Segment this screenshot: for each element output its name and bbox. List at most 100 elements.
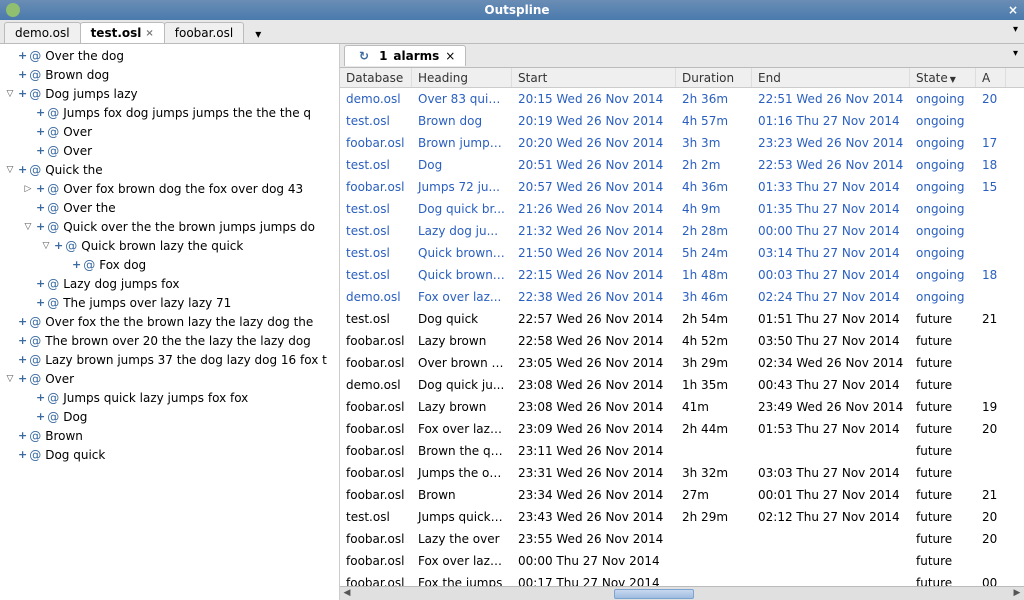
table-row[interactable]: test.oslBrown dog20:19 Wed 26 Nov 20144h… bbox=[340, 110, 1024, 132]
table-row[interactable]: foobar.oslLazy the over23:55 Wed 26 Nov … bbox=[340, 528, 1024, 550]
tree-item[interactable]: +@The brown over 20 the the lazy the laz… bbox=[0, 331, 339, 350]
tree-item[interactable]: +@Brown bbox=[0, 426, 339, 445]
table-row[interactable]: demo.oslFox over laz...22:38 Wed 26 Nov … bbox=[340, 286, 1024, 308]
horizontal-scrollbar[interactable]: ◀ ▶ bbox=[340, 586, 1024, 600]
tree-item[interactable]: ▽+@Dog jumps lazy bbox=[0, 84, 339, 103]
at-icon: @ bbox=[47, 410, 59, 424]
sort-indicator-icon: ▼ bbox=[950, 75, 956, 84]
col-state[interactable]: State▼ bbox=[910, 68, 976, 87]
cell: 02:34 Wed 26 Nov 2014 bbox=[752, 353, 910, 373]
tree-item[interactable]: +@Dog quick bbox=[0, 445, 339, 464]
file-tab[interactable]: demo.osl bbox=[4, 22, 81, 43]
table-row[interactable]: foobar.oslJumps the ov...23:31 Wed 26 No… bbox=[340, 462, 1024, 484]
cell: future bbox=[910, 573, 976, 586]
cell bbox=[976, 382, 1006, 388]
tree-item[interactable]: +@The jumps over lazy lazy 71 bbox=[0, 293, 339, 312]
expander-icon[interactable]: ▽ bbox=[40, 241, 52, 251]
tab-overflow-icon[interactable]: ▾ bbox=[251, 25, 265, 43]
expander-icon[interactable]: ▽ bbox=[4, 165, 16, 175]
tree-item[interactable]: +@Jumps fox dog jumps jumps the the the … bbox=[0, 103, 339, 122]
alarms-menu-icon[interactable]: ▾ bbox=[1013, 48, 1018, 59]
close-tab-icon[interactable]: × bbox=[145, 28, 153, 39]
scroll-left-icon[interactable]: ◀ bbox=[341, 588, 353, 600]
tree-item[interactable]: +@Jumps quick lazy jumps fox fox bbox=[0, 388, 339, 407]
table-row[interactable]: demo.oslDog quick ju...23:08 Wed 26 Nov … bbox=[340, 374, 1024, 396]
table-row[interactable]: test.oslLazy dog ju...21:32 Wed 26 Nov 2… bbox=[340, 220, 1024, 242]
tree-item[interactable]: ▷+@Over fox brown dog the fox over dog 4… bbox=[0, 179, 339, 198]
col-database[interactable]: Database bbox=[340, 68, 412, 87]
alarms-table[interactable]: Database Heading Start Duration End Stat… bbox=[340, 68, 1024, 586]
col-start[interactable]: Start bbox=[512, 68, 676, 87]
tree-label: Lazy dog jumps fox bbox=[63, 277, 179, 291]
cell: future bbox=[910, 529, 976, 549]
table-row[interactable]: foobar.oslLazy brown23:08 Wed 26 Nov 201… bbox=[340, 396, 1024, 418]
col-heading[interactable]: Heading bbox=[412, 68, 512, 87]
table-row[interactable]: foobar.oslJumps 72 ju...20:57 Wed 26 Nov… bbox=[340, 176, 1024, 198]
tree-item[interactable]: +@Over bbox=[0, 122, 339, 141]
table-row[interactable]: test.oslDog quick br...21:26 Wed 26 Nov … bbox=[340, 198, 1024, 220]
table-row[interactable]: foobar.oslFox over lazy...00:00 Thu 27 N… bbox=[340, 550, 1024, 572]
cell: 23:49 Wed 26 Nov 2014 bbox=[752, 397, 910, 417]
cell: 3h 29m bbox=[676, 353, 752, 373]
cell: 20:51 Wed 26 Nov 2014 bbox=[512, 155, 676, 175]
scroll-right-icon[interactable]: ▶ bbox=[1011, 588, 1023, 600]
table-row[interactable]: foobar.oslFox over lazy...23:09 Wed 26 N… bbox=[340, 418, 1024, 440]
table-row[interactable]: test.oslQuick brown l...22:15 Wed 26 Nov… bbox=[340, 264, 1024, 286]
cell: Brown bbox=[412, 485, 512, 505]
table-row[interactable]: foobar.oslOver brown b...23:05 Wed 26 No… bbox=[340, 352, 1024, 374]
cell: demo.osl bbox=[340, 89, 412, 109]
close-alarms-icon[interactable]: × bbox=[445, 49, 455, 63]
scroll-thumb[interactable] bbox=[614, 589, 694, 599]
table-row[interactable]: test.oslDog20:51 Wed 26 Nov 20142h 2m22:… bbox=[340, 154, 1024, 176]
table-row[interactable]: test.oslJumps quick l...23:43 Wed 26 Nov… bbox=[340, 506, 1024, 528]
refresh-icon: ↻ bbox=[359, 49, 369, 63]
cell: 01:35 Thu 27 Nov 2014 bbox=[752, 199, 910, 219]
table-row[interactable]: foobar.oslBrown the qu...23:11 Wed 26 No… bbox=[340, 440, 1024, 462]
alarms-tab[interactable]: ↻ 1 alarms × bbox=[344, 45, 466, 66]
table-row[interactable]: foobar.oslLazy brown22:58 Wed 26 Nov 201… bbox=[340, 330, 1024, 352]
cell: 21:50 Wed 26 Nov 2014 bbox=[512, 243, 676, 263]
expander-icon[interactable]: ▽ bbox=[4, 374, 16, 384]
tree-item[interactable]: +@Lazy dog jumps fox bbox=[0, 274, 339, 293]
cell: 2h 29m bbox=[676, 507, 752, 527]
table-row[interactable]: test.oslDog quick22:57 Wed 26 Nov 20142h… bbox=[340, 308, 1024, 330]
file-tab[interactable]: foobar.osl bbox=[164, 22, 244, 43]
tree-label: Over the bbox=[63, 201, 115, 215]
cell: Jumps 72 ju... bbox=[412, 177, 512, 197]
cell bbox=[976, 338, 1006, 344]
cell bbox=[976, 448, 1006, 454]
file-tab[interactable]: test.osl× bbox=[80, 22, 165, 43]
table-row[interactable]: demo.oslOver 83 quic...20:15 Wed 26 Nov … bbox=[340, 88, 1024, 110]
outline-tree[interactable]: +@Over the dog+@Brown dog▽+@Dog jumps la… bbox=[0, 44, 340, 600]
col-duration[interactable]: Duration bbox=[676, 68, 752, 87]
tree-item[interactable]: +@Lazy brown jumps 37 the dog lazy dog 1… bbox=[0, 350, 339, 369]
expander-icon[interactable]: ▽ bbox=[4, 89, 16, 99]
cell: test.osl bbox=[340, 155, 412, 175]
tree-item[interactable]: ▽+@Quick brown lazy the quick bbox=[0, 236, 339, 255]
tree-item[interactable]: +@Over the bbox=[0, 198, 339, 217]
table-row[interactable]: foobar.oslBrown jumps...20:20 Wed 26 Nov… bbox=[340, 132, 1024, 154]
tree-item[interactable]: +@Over the dog bbox=[0, 46, 339, 65]
tree-item[interactable]: +@Over fox the the brown lazy the lazy d… bbox=[0, 312, 339, 331]
tree-item[interactable]: ▽+@Over bbox=[0, 369, 339, 388]
table-row[interactable]: foobar.oslFox the jumps00:17 Thu 27 Nov … bbox=[340, 572, 1024, 586]
app-icon bbox=[6, 3, 20, 17]
cell: future bbox=[910, 507, 976, 527]
tree-label: Brown bbox=[45, 429, 83, 443]
expander-icon[interactable]: ▷ bbox=[22, 184, 34, 194]
tree-item[interactable]: +@Brown dog bbox=[0, 65, 339, 84]
tree-item[interactable]: +@Over bbox=[0, 141, 339, 160]
tabbar-menu-icon[interactable]: ▾ bbox=[1013, 24, 1018, 35]
tree-item[interactable]: +@Dog bbox=[0, 407, 339, 426]
tree-label: Over fox the the brown lazy the lazy dog… bbox=[45, 315, 313, 329]
cell: Brown jumps... bbox=[412, 133, 512, 153]
tree-item[interactable]: ▽+@Quick the bbox=[0, 160, 339, 179]
tree-item[interactable]: ▽+@Quick over the the brown jumps jumps … bbox=[0, 217, 339, 236]
table-row[interactable]: test.oslQuick brown l...21:50 Wed 26 Nov… bbox=[340, 242, 1024, 264]
tree-item[interactable]: +@Fox dog bbox=[0, 255, 339, 274]
col-end[interactable]: End bbox=[752, 68, 910, 87]
table-row[interactable]: foobar.oslBrown23:34 Wed 26 Nov 201427m0… bbox=[340, 484, 1024, 506]
expander-icon[interactable]: ▽ bbox=[22, 222, 34, 232]
close-icon[interactable]: × bbox=[1008, 3, 1018, 17]
col-a[interactable]: A bbox=[976, 68, 1006, 87]
